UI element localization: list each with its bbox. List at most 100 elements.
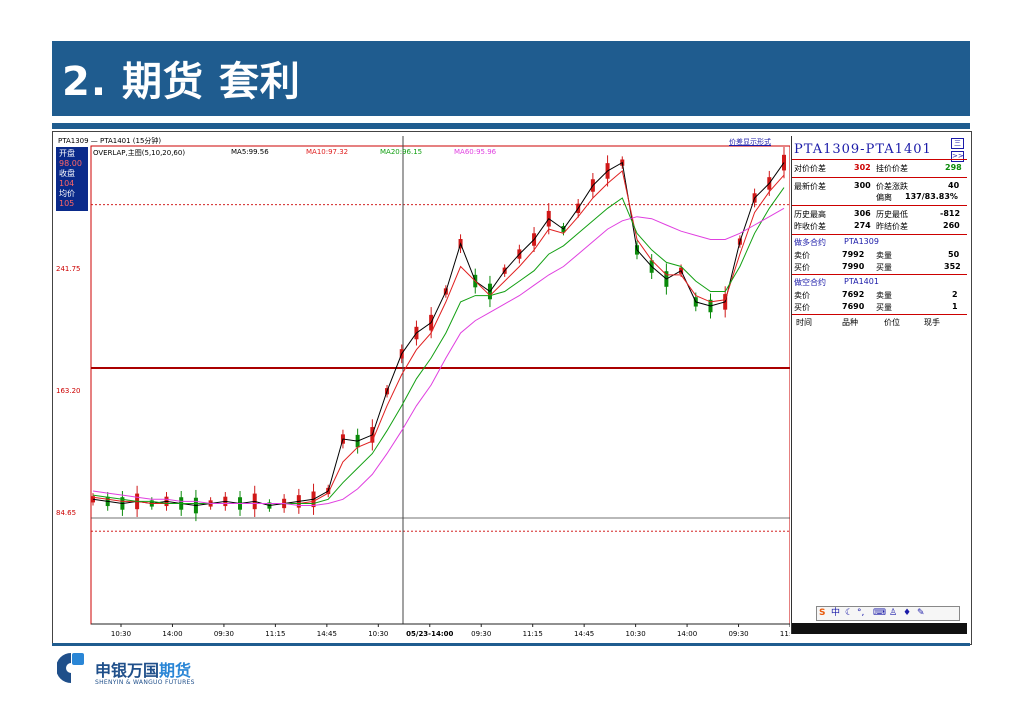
label: 卖价 <box>794 251 810 260</box>
plot-frame <box>90 145 790 625</box>
label: 价差涨跌 <box>876 182 908 191</box>
label: 历史最低 <box>876 210 908 219</box>
x-tick-label: 09:30 <box>471 630 491 638</box>
quote-row: 卖价 7692 卖量 2 <box>792 290 967 302</box>
spread-quote-panel: PTA1309-PTA1401 三 >> 对价价差 302 挂价价差 298 最… <box>791 136 967 634</box>
slide-title-bar: 2. 期货 套利 <box>52 41 970 116</box>
panel-divider <box>792 205 967 206</box>
x-tick-label: 10:30 <box>111 630 131 638</box>
menu-icon[interactable]: 三 <box>951 138 964 149</box>
avg-value: 105 <box>59 199 75 208</box>
x-tick-label: 10:30 <box>368 630 388 638</box>
moon-icon[interactable]: ☾ <box>845 607 853 620</box>
x-tick-label: 10:30 <box>626 630 646 638</box>
punctuation-icon[interactable]: °, <box>857 607 864 620</box>
label: 最新价差 <box>794 182 826 191</box>
ime-mode-label[interactable]: 中 <box>831 607 840 620</box>
series-line-ma20 <box>92 187 785 504</box>
spread-chart[interactable]: 10:30 14:00 09:30 11:15 14:45 10:30 05/23-14:0… <box>53 132 790 644</box>
value: 352 <box>944 262 961 271</box>
series-line-ma10 <box>92 169 785 504</box>
bottom-divider <box>52 643 970 646</box>
label: 卖量 <box>876 291 892 300</box>
user-icon[interactable]: ♙ <box>889 607 897 620</box>
next-icon[interactable]: >> <box>951 151 964 162</box>
label: 买量 <box>876 303 892 312</box>
x-tick-label: 11:15 <box>523 630 543 638</box>
label: 昨收价差 <box>794 222 826 231</box>
label: 做空合约 <box>794 278 826 287</box>
quote-row: 卖价 7992 卖量 50 <box>792 250 967 262</box>
col-time: 时间 <box>796 318 812 327</box>
col-volume: 现手 <box>924 318 940 327</box>
company-logo: 申银万国期货 SHENYIN & WANGUO FUTURES <box>57 651 217 691</box>
quote-row: 偏离 137/83.83% <box>792 192 967 204</box>
quote-row: 昨收价差 274 昨结价差 260 <box>792 221 967 233</box>
label: 历史最高 <box>794 210 826 219</box>
panel-buttons: 三 >> <box>951 138 964 164</box>
x-tick-label: 14:00 <box>677 630 697 638</box>
x-tick-label: 09:30 <box>214 630 234 638</box>
label: 买量 <box>876 263 892 272</box>
x-tick-label: 09:30 <box>728 630 748 638</box>
panel-status-bar <box>792 623 967 634</box>
value: 306 <box>854 209 871 218</box>
x-tick-label: 05/23-14:00 <box>406 630 453 638</box>
x-tick-label: 11:15 <box>265 630 285 638</box>
pair-label: PTA1309 — PTA1401 (15分钟) <box>58 137 162 145</box>
panel-title: PTA1309-PTA1401 <box>794 142 932 157</box>
value: 7990 <box>842 262 865 271</box>
keyboard-icon[interactable]: ⌨ <box>873 607 886 620</box>
quote-row: 历史最高 306 历史最低 -812 <box>792 209 967 221</box>
open-label: 开盘 <box>59 149 75 158</box>
ma60-readout: MA60:95.96 <box>454 148 497 156</box>
trading-software-window: 10:30 14:00 09:30 11:15 14:45 10:30 05/23-14:0… <box>52 131 972 645</box>
panel-divider <box>792 314 967 315</box>
value: 274 <box>854 221 871 230</box>
x-tick-label: 14:45 <box>317 630 337 638</box>
x-tick-label: 11:15 <box>780 630 790 638</box>
value: 298 <box>945 163 962 172</box>
short-leg-row: 做空合约 PTA1401 <box>792 277 967 289</box>
skin-icon[interactable]: ♦ <box>903 607 911 620</box>
quote-row: 对价价差 302 挂价价差 298 <box>792 163 967 175</box>
logo-text-cn: 申银万国期货 <box>95 657 191 681</box>
quote-row: 买价 7690 买量 1 <box>792 302 967 314</box>
label: 卖价 <box>794 291 810 300</box>
value: 300 <box>854 181 871 190</box>
x-tick-label: 14:00 <box>162 630 182 638</box>
avg-label: 均价 <box>59 189 75 198</box>
open-value: 98.00 <box>59 159 82 168</box>
top-divider <box>52 123 970 129</box>
ime-logo-icon[interactable]: S <box>819 607 825 620</box>
panel-divider <box>792 234 967 235</box>
price-info-box[interactable]: 开盘 98.00 收盘 104 均价 105 <box>56 147 88 211</box>
label: 买价 <box>794 303 810 312</box>
ma10-readout: MA10:97.32 <box>306 148 349 156</box>
label: 卖量 <box>876 251 892 260</box>
x-tick-label: 14:45 <box>574 630 594 638</box>
panel-divider <box>792 159 967 160</box>
series-line-ma60 <box>92 207 785 506</box>
trades-header: 时间 品种 价位 现手 <box>792 317 967 329</box>
value: 7690 <box>842 302 865 311</box>
label: 偏离 <box>876 193 892 202</box>
label: 昨结价差 <box>876 222 908 231</box>
close-value: 104 <box>59 179 75 188</box>
display-mode-link[interactable]: 价差显示形式 <box>729 137 771 147</box>
logo-main: 申银万国 <box>95 661 160 680</box>
col-price: 价位 <box>884 318 900 327</box>
value: 40 <box>948 181 960 190</box>
label: 对价价差 <box>794 164 826 173</box>
chart-canvas: 10:30 14:00 09:30 11:15 14:45 10:30 05/23-14:0… <box>90 136 790 638</box>
label: 买价 <box>794 263 810 272</box>
settings-icon[interactable]: ✎ <box>917 607 925 620</box>
series-line-ma5 <box>92 161 785 507</box>
ime-toolbar[interactable]: S 中 ☾ °, ⌨ ♙ ♦ ✎ <box>816 606 960 621</box>
overlay-label: OVERLAP,主图(5,10,20,60) <box>93 149 186 157</box>
price-level-high: 241.75 <box>56 265 81 273</box>
contract-code: PTA1401 <box>844 277 879 286</box>
close-label: 收盘 <box>59 169 75 178</box>
value: 50 <box>948 250 960 259</box>
value: 260 <box>943 221 960 230</box>
